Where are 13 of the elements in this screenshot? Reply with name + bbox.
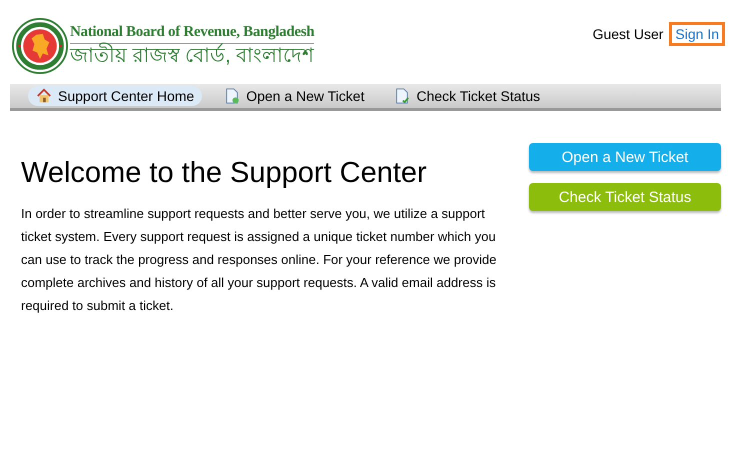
nav-tab[interactable]: Check Ticket Status bbox=[386, 86, 548, 106]
intro-paragraph: In order to streamline support requests and better serve you, we utilize a support ticket system. Every support request is assigned a unique ticket number which you can use to track the progress and responses online. For your reference we provide complete archives and history of all your support requests. A valid email address is required to submit a ticket. bbox=[21, 205, 498, 315]
organization-name: National Board of Revenue, Bangladesh bbox=[70, 24, 314, 44]
user-label: Guest User bbox=[592, 26, 664, 42]
nav-tab[interactable]: Open a New Ticket bbox=[216, 86, 372, 106]
sign-in-link[interactable]: Sign In bbox=[669, 22, 725, 46]
nav-tab[interactable]: Support Center Home bbox=[28, 86, 202, 106]
organization-name-bengali: জাতীয় রাজস্ব বোর্ড, বাংলাদেশ bbox=[70, 44, 314, 68]
document-icon bbox=[224, 88, 240, 104]
document-icon bbox=[394, 88, 410, 104]
seal-drawing bbox=[12, 18, 68, 74]
page-heading: Welcome to the Support Center bbox=[21, 157, 428, 190]
home-icon bbox=[36, 88, 52, 104]
